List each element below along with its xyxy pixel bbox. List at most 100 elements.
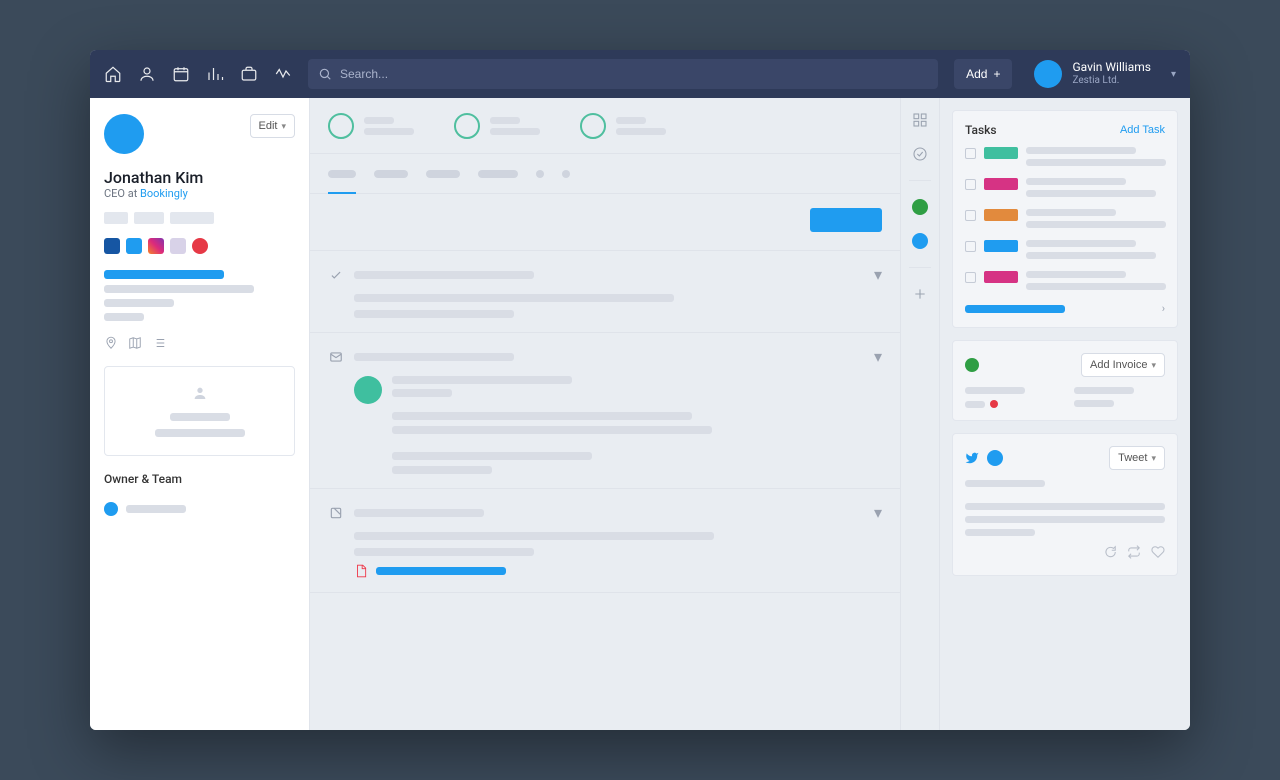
twitter-icon <box>965 451 979 465</box>
rail-dot[interactable] <box>910 231 930 251</box>
activity-icon[interactable] <box>274 65 292 83</box>
check-circle-icon[interactable] <box>910 144 930 164</box>
invoice-panel: Add Invoice ▾ <box>952 340 1178 421</box>
progress-ring-icon <box>328 113 354 139</box>
social-icons <box>104 238 295 254</box>
search-bar[interactable] <box>308 59 938 89</box>
message-avatar[interactable] <box>354 376 382 404</box>
retweet-icon[interactable] <box>1127 544 1141 563</box>
task-checkbox[interactable] <box>965 272 976 283</box>
tab[interactable] <box>426 170 460 178</box>
view-all-tasks[interactable]: › <box>965 302 1165 315</box>
chevron-down-icon: ▾ <box>281 121 286 132</box>
user-menu[interactable]: Gavin Williams Zestia Ltd. ▾ <box>1028 60 1176 88</box>
social-icon[interactable] <box>170 238 186 254</box>
activity-feed: ▾ ▾ <box>310 251 900 730</box>
attachment[interactable] <box>354 564 882 578</box>
feed-item: ▾ <box>310 251 900 333</box>
task-row[interactable] <box>965 178 1165 197</box>
tab[interactable] <box>478 170 518 178</box>
calendar-icon[interactable] <box>172 65 190 83</box>
list-icon[interactable] <box>152 335 166 354</box>
contact-company-link[interactable]: Bookingly <box>140 187 188 200</box>
chevron-down-icon[interactable]: ▾ <box>874 347 882 366</box>
add-button[interactable]: Add + <box>954 59 1012 89</box>
tag-pill[interactable] <box>104 212 128 224</box>
instagram-icon[interactable] <box>148 238 164 254</box>
search-input[interactable] <box>340 67 928 81</box>
chevron-down-icon: ▾ <box>1151 453 1156 464</box>
owner-team-label: Owner & Team <box>104 472 295 486</box>
detail-line <box>104 285 254 293</box>
side-rail <box>900 98 940 730</box>
twitter-panel: Tweet ▾ <box>952 433 1178 576</box>
track-item[interactable] <box>454 113 540 139</box>
add-task-button[interactable]: Add Task <box>1120 124 1165 136</box>
tag-pill[interactable] <box>134 212 164 224</box>
rail-dot[interactable] <box>910 197 930 217</box>
task-checkbox[interactable] <box>965 179 976 190</box>
tweet-button[interactable]: Tweet ▾ <box>1109 446 1165 470</box>
reports-icon[interactable] <box>206 65 224 83</box>
detail-link[interactable] <box>104 270 224 279</box>
map-icon[interactable] <box>128 335 142 354</box>
contact-sidebar: Edit ▾ Jonathan Kim CEO at Bookingly <box>90 98 310 730</box>
tag-pill[interactable] <box>170 212 214 224</box>
user-avatar <box>1034 60 1062 88</box>
team-row[interactable] <box>104 502 295 516</box>
task-row[interactable] <box>965 271 1165 290</box>
progress-ring-icon <box>454 113 480 139</box>
like-icon[interactable] <box>1151 544 1165 563</box>
tab-dot[interactable] <box>536 170 544 178</box>
location-icon[interactable] <box>104 335 118 354</box>
add-invoice-button[interactable]: Add Invoice ▾ <box>1081 353 1165 377</box>
send-button[interactable] <box>810 208 882 232</box>
compose-area[interactable] <box>310 194 900 251</box>
task-tag <box>984 178 1018 190</box>
task-row[interactable] <box>965 147 1165 166</box>
tab[interactable] <box>374 170 408 178</box>
status-dot-icon <box>990 400 998 408</box>
app-window: Add + Gavin Williams Zestia Ltd. ▾ Edit … <box>90 50 1190 730</box>
home-icon[interactable] <box>104 65 122 83</box>
task-row[interactable] <box>965 240 1165 259</box>
note-icon <box>328 505 344 521</box>
feed-item: ▾ <box>310 333 900 489</box>
contact-avatar[interactable] <box>104 114 144 154</box>
pdf-icon <box>354 564 368 578</box>
twitter-avatar[interactable] <box>987 450 1003 466</box>
add-icon[interactable] <box>910 284 930 304</box>
check-icon <box>328 267 344 283</box>
person-placeholder-icon <box>192 385 208 405</box>
task-tag <box>984 271 1018 283</box>
twitter-icon[interactable] <box>126 238 142 254</box>
edit-button[interactable]: Edit ▾ <box>250 114 296 138</box>
invoice-status-icon <box>965 358 979 372</box>
facebook-icon[interactable] <box>104 238 120 254</box>
cases-icon[interactable] <box>240 65 258 83</box>
task-tag <box>984 147 1018 159</box>
reply-icon[interactable] <box>1103 544 1117 563</box>
chevron-down-icon[interactable]: ▾ <box>874 503 882 522</box>
person-icon[interactable] <box>138 65 156 83</box>
detail-line <box>104 313 144 321</box>
tab-dot[interactable] <box>562 170 570 178</box>
contact-name: Jonathan Kim <box>104 168 295 187</box>
task-checkbox[interactable] <box>965 210 976 221</box>
chevron-down-icon[interactable]: ▾ <box>874 265 882 284</box>
plus-icon: + <box>993 67 1000 81</box>
chevron-right-icon: › <box>1162 302 1165 315</box>
add-button-label: Add <box>966 67 987 81</box>
task-checkbox[interactable] <box>965 241 976 252</box>
social-icon[interactable] <box>192 238 208 254</box>
chevron-down-icon: ▾ <box>1151 360 1156 371</box>
track-item[interactable] <box>328 113 414 139</box>
email-icon <box>328 349 344 365</box>
task-checkbox[interactable] <box>965 148 976 159</box>
chevron-down-icon: ▾ <box>1171 69 1176 80</box>
grid-icon[interactable] <box>910 110 930 130</box>
task-row[interactable] <box>965 209 1165 228</box>
tab[interactable] <box>328 170 356 178</box>
tasks-title: Tasks <box>965 123 997 137</box>
track-item[interactable] <box>580 113 666 139</box>
